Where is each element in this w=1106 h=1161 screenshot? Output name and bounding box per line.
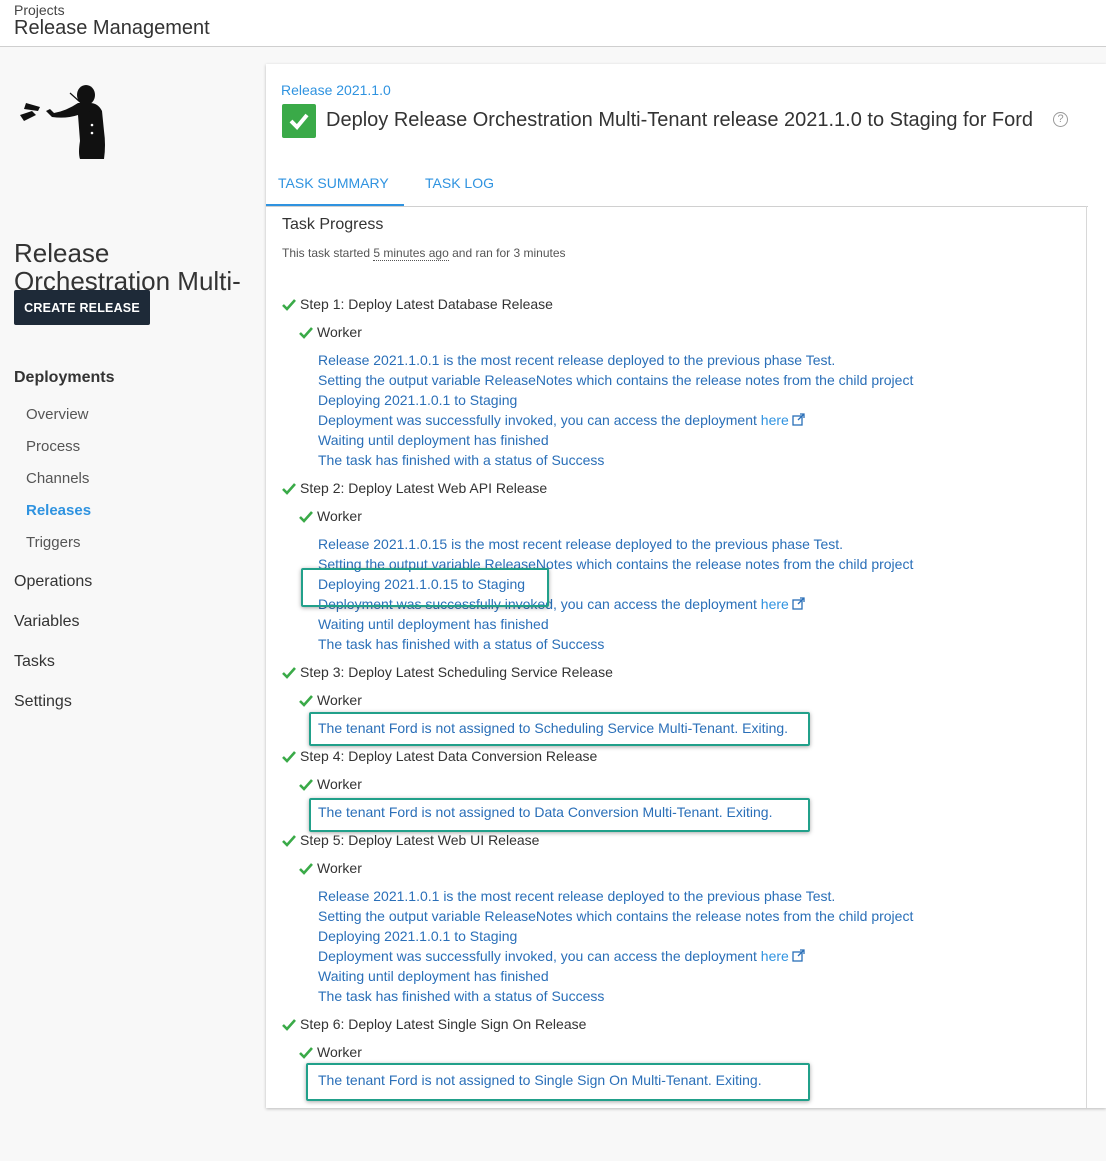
worker-label: Worker [299,324,362,340]
task-start-time: 5 minutes ago [373,246,449,261]
space-title[interactable]: Release Management [14,17,210,40]
log-line: Setting the output variable ReleaseNotes… [318,372,914,388]
nav-operations[interactable]: Operations [14,573,92,591]
tabs-divider [266,206,1088,207]
deployment-link[interactable]: here [757,412,789,428]
worker-label: Worker [299,508,362,524]
success-check-icon [282,751,296,763]
help-icon[interactable]: ? [1053,112,1068,127]
nav-tasks[interactable]: Tasks [14,653,55,671]
step-title: Step 5: Deploy Latest Web UI Release [282,832,539,848]
log-line: Deploying 2021.1.0.1 to Staging [318,928,518,944]
log-line: The task has finished with a status of S… [318,452,605,468]
step-title: Step 2: Deploy Latest Web API Release [282,480,547,496]
step-title: Step 3: Deploy Latest Scheduling Service… [282,664,613,680]
external-link-icon[interactable] [789,596,805,612]
worker-label: Worker [299,1044,362,1060]
success-check-icon [299,863,313,875]
task-title: Deploy Release Orchestration Multi-Tenan… [326,109,1034,131]
log-line: Release 2021.1.0.1 is the most recent re… [318,352,836,368]
worker-label: Worker [299,776,362,792]
task-meta: This task started 5 minutes ago and ran … [282,246,566,261]
log-line: Waiting until deployment has finished [318,432,549,448]
log-line: Release 2021.1.0.1 is the most recent re… [318,888,836,904]
external-link-icon[interactable] [789,948,805,964]
create-release-button[interactable]: CREATE RELEASE [14,290,150,325]
log-line: Deploying 2021.1.0.1 to Staging [318,392,518,408]
release-link[interactable]: Release 2021.1.0 [281,82,391,98]
log-line: The tenant Ford is not assigned to Sched… [318,720,789,736]
step-title: Step 4: Deploy Latest Data Conversion Re… [282,748,597,764]
top-bar: Projects Release Management [0,0,1106,47]
success-check-icon [299,779,313,791]
success-check-icon [282,483,296,495]
task-progress-title: Task Progress [282,216,384,233]
step-title: Step 6: Deploy Latest Single Sign On Rel… [282,1016,586,1032]
tab-task-summary[interactable]: TASK SUMMARY [278,175,389,191]
nav-process[interactable]: Process [26,438,80,455]
nav-overview[interactable]: Overview [26,406,89,423]
deployment-link[interactable]: here [757,948,789,964]
panel-divider [1086,206,1087,1108]
tab-task-log[interactable]: TASK LOG [425,175,494,191]
nav-deployments[interactable]: Deployments [14,369,114,387]
log-line: Setting the output variable ReleaseNotes… [318,908,914,924]
log-line: The tenant Ford is not assigned to Data … [318,804,773,820]
success-check-icon [282,299,296,311]
log-line: Waiting until deployment has finished [318,968,549,984]
log-line: The task has finished with a status of S… [318,988,605,1004]
task-card: Release 2021.1.0 Deploy Release Orchestr… [266,64,1106,1108]
breadcrumb-projects[interactable]: Projects [14,2,65,18]
nav-settings[interactable]: Settings [14,693,72,711]
success-check-icon [299,695,313,707]
success-check-icon [299,511,313,523]
worker-label: Worker [299,692,362,708]
log-line: Deployment was successfully invoked, you… [318,412,805,428]
log-line: Deployment was successfully invoked, you… [318,596,805,612]
success-status-icon [282,104,316,138]
log-line: Waiting until deployment has finished [318,616,549,632]
log-line: Deploying 2021.1.0.15 to Staging [318,576,526,592]
log-line: Deployment was successfully invoked, you… [318,948,805,964]
conductor-logo-icon [20,85,105,159]
external-link-icon[interactable] [789,412,805,428]
success-check-icon [282,835,296,847]
nav-releases[interactable]: Releases [26,502,91,519]
log-line: The task has finished with a status of S… [318,636,605,652]
success-check-icon [299,1047,313,1059]
worker-label: Worker [299,860,362,876]
nav-variables[interactable]: Variables [14,613,80,631]
step-title: Step 1: Deploy Latest Database Release [282,296,553,312]
log-line: Release 2021.1.0.15 is the most recent r… [318,536,844,552]
deployment-link[interactable]: here [757,596,789,612]
success-check-icon [299,327,313,339]
log-line: The tenant Ford is not assigned to Singl… [318,1072,762,1088]
success-check-icon [282,1019,296,1031]
nav-triggers[interactable]: Triggers [26,534,80,551]
nav-channels[interactable]: Channels [26,470,89,487]
log-line: Setting the output variable ReleaseNotes… [318,556,914,572]
success-check-icon [282,667,296,679]
sidebar: Release Orchestration Multi-Tenant CREAT… [0,47,262,1161]
